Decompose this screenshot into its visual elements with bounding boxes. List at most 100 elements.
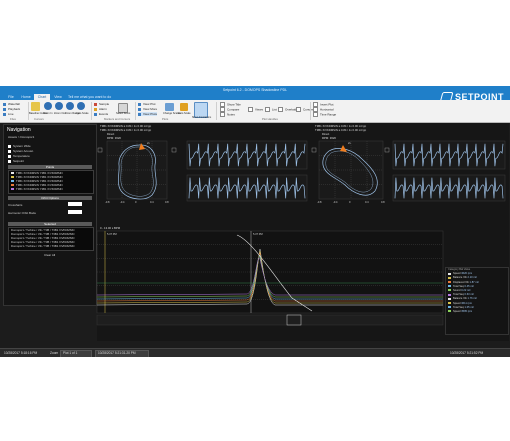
color-swatch (11, 176, 14, 178)
legend-rows: Speed 3620 rpm Balance Vib 2.10 mil Displa… (446, 272, 508, 314)
notes-toggle[interactable]: Notes (220, 112, 235, 117)
harmonic-orbit-input[interactable] (68, 210, 82, 214)
legend-row[interactable]: Speed 3595 rpm (446, 310, 508, 314)
checkbox-icon (8, 144, 11, 148)
checkbox-system-wide[interactable]: System Wide (8, 144, 31, 148)
legend-swatch (448, 301, 451, 304)
auto-scale-plots-label: Auto Scale (178, 112, 191, 115)
zoom-in-icon[interactable] (44, 102, 52, 110)
orbit-tick-label: -0.8 (317, 200, 322, 204)
legend-value: 2.10 mil (467, 276, 477, 280)
points-list: T3B1 X/VKDMSIN Y3B1 X/VKDMSIN T3B1 X/VKD… (8, 170, 94, 194)
checkbox-icon (220, 112, 225, 117)
status-left-time: 10/28/2017 5:18:16 PM (4, 351, 38, 355)
sample-button[interactable]: Sample (94, 102, 109, 106)
checkbox-temperature[interactable]: Temperature (8, 154, 30, 158)
navigation-title: Navigation (7, 127, 31, 133)
change-scales-icon[interactable] (165, 103, 174, 111)
group-files: Files (10, 117, 16, 121)
checkbox-system-acoust[interactable]: System Acoust. (8, 149, 34, 153)
legend-value: 0.63 mil (464, 293, 474, 297)
zoom-out-icon[interactable] (55, 102, 63, 110)
color-swatch (11, 184, 14, 186)
baseline-cursor-icon[interactable] (31, 102, 40, 111)
page-indicator[interactable]: Plot 1 of 1 (60, 350, 92, 357)
view-plots-icon (138, 112, 141, 116)
auto-scale-plots-icon[interactable] (180, 103, 188, 111)
legend-value: 3595 rpm (461, 310, 473, 314)
legend-swatch (448, 285, 451, 288)
legend-name: Sound (453, 289, 462, 293)
live-button[interactable]: Live (3, 112, 14, 116)
legend-value: 3620 rpm (461, 272, 473, 276)
live-icon (3, 112, 6, 116)
point-item[interactable]: T3B1 X/VKDMSIN Y3B1 X/VKDMSIN (9, 187, 93, 191)
legend-swatch (448, 280, 451, 283)
group-plot-handles: Plot Handles (262, 117, 278, 121)
asset-tree[interactable]: Assets > Domopsr1 (8, 135, 34, 139)
legend-name: Speed (453, 301, 462, 305)
separator (91, 102, 92, 120)
view-more-icon (138, 107, 141, 111)
checkbox-icon (296, 107, 301, 112)
crosshairs-input[interactable] (68, 202, 82, 206)
group-markers: Markers and Cursors (104, 117, 131, 121)
view-plot-button[interactable]: View Plot (138, 102, 155, 106)
color-swatch (11, 180, 14, 182)
center-time-field[interactable]: 10/28/2017 5:21:31.20 PM (95, 350, 149, 357)
checkbox-icon (8, 154, 11, 158)
trend-legend: Category Bal Value Speed 3620 rpm Balance… (445, 267, 509, 335)
color-swatch (11, 188, 14, 190)
time-range-toggle[interactable]: Time Range (313, 112, 336, 117)
trend-cursor-a-label: 5.37 PM (107, 232, 117, 236)
orbit-tick-label: 0.8 (381, 200, 385, 204)
points-header: Points (8, 165, 92, 169)
orbit-right-rpm: RPM: 3620 (322, 136, 336, 140)
legend-swatch (448, 289, 451, 292)
legend-value: 1.76 mil (467, 297, 477, 301)
checkbox-icon (265, 107, 270, 112)
list-toggle[interactable]: List (265, 107, 277, 112)
events-button[interactable]: Events (94, 112, 108, 116)
legend-swatch (448, 310, 451, 313)
checkbox-icon (8, 149, 11, 153)
zoom-out-label: Zoom Out (54, 112, 66, 115)
legend-name: Total Seq (453, 293, 465, 297)
waterfall-icon (3, 102, 6, 106)
legend-name: Speed (453, 310, 462, 314)
view-more-button[interactable]: View More (138, 107, 157, 111)
legend-swatch (448, 276, 451, 279)
alarm-button[interactable]: Alarm (94, 107, 107, 111)
legend-name: Speed (453, 272, 462, 276)
navigation-panel: Navigation Assets > Domopsr1 System Wide… (3, 124, 97, 306)
trend-overview-strip[interactable] (96, 314, 444, 326)
legend-value: 1.05 mil (464, 305, 474, 309)
zoom-range-icon[interactable] (66, 102, 74, 110)
selected-item[interactable]: Domopsr1 / Turbine / Vib / T3B / T3B1 X/… (9, 244, 93, 248)
legend-swatch (448, 306, 451, 309)
overlaid-toggle[interactable]: Overlaid (278, 107, 296, 112)
view-plots-button[interactable]: View Plots (138, 112, 157, 116)
checkbox-setpoint[interactable]: Setpoint (8, 159, 24, 163)
playback-button[interactable]: Playback (3, 107, 20, 111)
trend-cursor-b-label: 5.37 PM (253, 232, 263, 236)
clear-all-button[interactable]: Clear All (44, 253, 55, 257)
show-annotations-label: Show Annotations (192, 116, 212, 119)
legend-name: Total Seq (453, 305, 465, 309)
views-toggle[interactable]: Views (248, 107, 263, 112)
checkbox-icon (8, 159, 11, 163)
zoom-in-label: Zoom In (43, 112, 53, 115)
orbit-tick-label: 0.8 (165, 200, 169, 204)
separator (216, 102, 217, 120)
legend-value: 0.45 mil (464, 284, 474, 288)
status-zoom[interactable]: Zoom (50, 350, 58, 356)
legend-name: Balance Vib (453, 297, 468, 301)
separator (135, 102, 136, 120)
waterfall-button[interactable]: Waterfall (3, 102, 20, 106)
legend-swatch (448, 293, 451, 296)
trend-plot[interactable]: 0 - 13.00 s BPM 5.37 PM 5.37 PM 5/20/201… (96, 226, 444, 326)
auto-scale-label: Auto Scale (76, 112, 89, 115)
auto-scale-icon[interactable] (77, 102, 85, 110)
checkbox-icon (278, 107, 283, 112)
harmonic-orbit-option: Harmonic Orbit Bode (8, 211, 37, 215)
